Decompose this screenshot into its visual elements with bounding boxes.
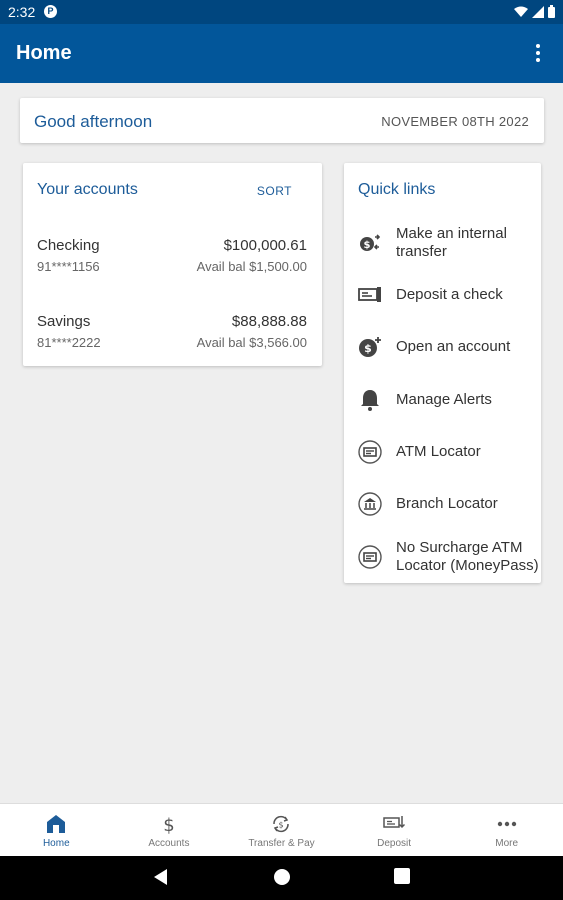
accounts-card: Your accounts SORT Checking 91****1156 $… xyxy=(23,163,322,366)
system-nav-bar xyxy=(0,856,563,900)
account-available-balance: Avail bal $1,500.00 xyxy=(196,259,307,274)
accounts-heading: Your accounts xyxy=(37,181,138,198)
bell-icon xyxy=(361,390,379,411)
account-name: Savings xyxy=(37,313,91,330)
greeting-card: Good afternoon NOVEMBER 08TH 2022 xyxy=(20,98,544,143)
sort-button[interactable]: SORT xyxy=(257,184,292,198)
quick-link-branch-locator[interactable]: Branch Locator xyxy=(344,492,541,516)
account-row-savings[interactable]: Savings 81****2222 $88,888.88 Avail bal … xyxy=(23,313,322,363)
quick-link-label: Branch Locator xyxy=(396,495,498,512)
transfer-icon: $ xyxy=(360,234,381,251)
nav-transfer-pay[interactable]: $ Transfer & Pay xyxy=(225,804,338,856)
account-number: 91****1156 xyxy=(37,259,100,274)
deposit-icon xyxy=(383,816,406,829)
recents-icon[interactable] xyxy=(394,868,410,884)
notification-icon: P xyxy=(44,5,57,18)
greeting-date: NOVEMBER 08TH 2022 xyxy=(381,114,529,129)
account-row-checking[interactable]: Checking 91****1156 $100,000.61 Avail ba… xyxy=(23,237,322,287)
home-button-icon[interactable] xyxy=(273,868,291,886)
quick-link-manage-alerts[interactable]: Manage Alerts xyxy=(344,388,541,412)
quick-link-label: Make an internal transfer xyxy=(396,225,507,260)
nav-label: Home xyxy=(42,838,70,849)
check-icon xyxy=(358,287,381,302)
quick-link-label: No Surcharge ATM Locator (MoneyPass) xyxy=(396,539,539,574)
account-available-balance: Avail bal $3,566.00 xyxy=(196,335,307,350)
nav-label: Deposit xyxy=(377,838,412,849)
quick-link-atm-locator[interactable]: ATM Locator xyxy=(344,440,541,464)
home-icon xyxy=(47,815,66,833)
transfer-pay-icon: $ xyxy=(273,815,290,833)
greeting-text: Good afternoon xyxy=(34,112,153,131)
quick-link-label: Deposit a check xyxy=(396,286,503,303)
quick-link-label: Open an account xyxy=(396,338,511,355)
nav-label: More xyxy=(495,838,519,849)
battery-icon xyxy=(548,5,555,18)
more-icon xyxy=(497,821,516,827)
signal-icon xyxy=(532,5,544,18)
nav-deposit[interactable]: Deposit xyxy=(338,804,451,856)
quick-link-deposit-check[interactable]: Deposit a check xyxy=(344,283,541,307)
quick-link-label: Manage Alerts xyxy=(396,391,492,408)
quick-link-moneypass-locator[interactable]: No Surcharge ATM Locator (MoneyPass) xyxy=(344,539,541,575)
nav-label: Accounts xyxy=(148,838,190,849)
wifi-icon xyxy=(514,6,528,17)
nav-label: Transfer & Pay xyxy=(248,838,315,849)
nav-home[interactable]: Home xyxy=(0,804,113,856)
nav-accounts[interactable]: $ Accounts xyxy=(113,804,226,856)
status-time: 2:32 xyxy=(8,4,36,20)
bottom-nav: Home $ Accounts $ Transfer & Pay Deposit… xyxy=(0,803,563,856)
back-icon[interactable] xyxy=(153,868,169,886)
quick-link-open-account[interactable]: $ Open an account xyxy=(344,335,541,359)
quick-link-label: ATM Locator xyxy=(396,443,481,460)
bank-icon xyxy=(358,492,382,516)
account-balance: $88,888.88 xyxy=(231,313,307,330)
svg-text:$: $ xyxy=(364,342,372,355)
account-balance: $100,000.61 xyxy=(223,237,307,254)
quick-links-card: Quick links $ Make an internal transfer … xyxy=(344,163,541,583)
system-icons xyxy=(514,5,555,18)
open-account-icon: $ xyxy=(359,337,381,357)
quick-link-internal-transfer[interactable]: $ Make an internal transfer xyxy=(344,225,541,261)
account-name: Checking xyxy=(37,237,100,254)
atm-icon xyxy=(358,545,382,569)
atm-icon xyxy=(358,440,382,464)
app-bar: Home xyxy=(0,24,563,83)
dollar-icon: $ xyxy=(163,815,174,835)
nav-more[interactable]: More xyxy=(450,804,563,856)
account-number: 81****2222 xyxy=(37,335,101,350)
svg-text:$: $ xyxy=(364,240,371,251)
status-bar: 2:32 P xyxy=(0,0,563,24)
svg-text:$: $ xyxy=(163,815,174,835)
quick-links-heading: Quick links xyxy=(358,181,436,198)
svg-text:$: $ xyxy=(279,821,284,830)
page-title: Home xyxy=(16,42,72,64)
overflow-menu-icon[interactable] xyxy=(535,43,541,63)
